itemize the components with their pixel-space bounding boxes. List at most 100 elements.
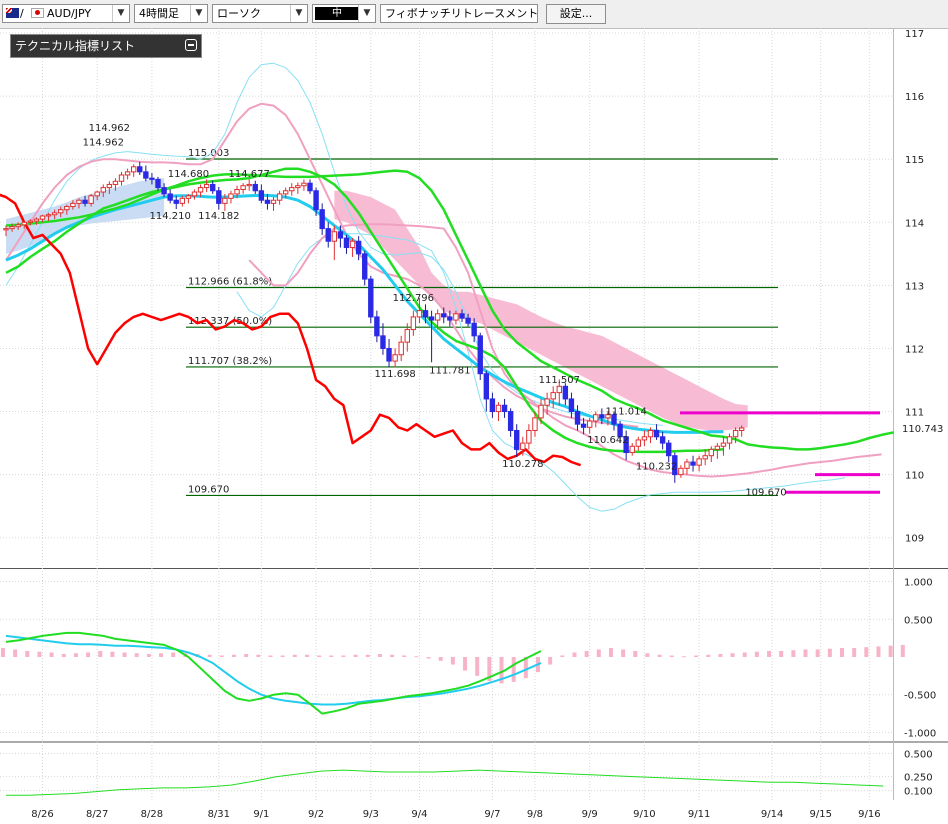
candle-body: [550, 392, 556, 400]
histogram-bar: [548, 657, 553, 665]
histogram-bar: [49, 652, 54, 657]
histogram-bar: [827, 648, 832, 657]
chevron-down-icon[interactable]: ▼: [112, 5, 129, 22]
price-annotation: 112.796: [393, 293, 434, 304]
candle-body: [191, 191, 198, 197]
candle-body: [295, 185, 301, 189]
histogram-bar: [268, 655, 273, 657]
current-price-label: 110.743: [902, 424, 943, 435]
candle-body: [489, 398, 496, 413]
candle-body: [428, 316, 435, 321]
chevron-down-icon[interactable]: ▼: [290, 5, 307, 22]
candle-body: [520, 442, 526, 450]
candle-body: [507, 411, 514, 431]
candle-body: [112, 180, 119, 185]
histogram-bar: [584, 650, 589, 657]
price-annotation: 114.677: [229, 169, 270, 180]
drawing-tool-label: フィボナッチリトレースメント: [385, 7, 538, 20]
candle-body: [118, 174, 125, 182]
sub1-tick-label: -0.500: [904, 691, 936, 702]
technical-indicator-panel[interactable]: テクニカル指標リスト: [10, 34, 202, 58]
candle-body: [501, 404, 508, 413]
price-annotation: 114.680: [168, 169, 209, 180]
sub2-tick-label: 0.100: [904, 787, 933, 798]
histogram-bar: [742, 652, 747, 657]
candle-body: [289, 187, 295, 192]
candle-body: [210, 183, 216, 192]
histogram-bar: [730, 653, 735, 657]
histogram-bar: [803, 649, 808, 657]
histogram-bar: [390, 654, 395, 657]
histogram-bar: [840, 647, 844, 657]
x-tick-label: 9/15: [809, 809, 831, 820]
candle-body: [684, 461, 690, 469]
price-annotation: 114.962: [83, 137, 124, 148]
histogram-bar: [767, 650, 772, 657]
histogram-bar: [438, 657, 443, 661]
fib-level-label: 109.670: [188, 484, 229, 495]
fib-level-label: 111.707 (38.2%): [188, 356, 272, 367]
histogram-bar: [122, 652, 127, 657]
candle-body: [203, 183, 210, 189]
histogram-bar: [280, 655, 285, 657]
candle-body: [325, 228, 331, 242]
histogram-bar: [171, 652, 176, 657]
japan-flag-icon: [31, 8, 44, 18]
x-tick-label: 9/7: [484, 809, 500, 820]
candle-body: [58, 209, 64, 214]
candle-body: [477, 335, 483, 375]
histogram-bar: [681, 656, 686, 658]
candle-body: [33, 218, 40, 222]
histogram-bar: [815, 649, 820, 657]
histogram-bar: [159, 653, 164, 657]
candle-body: [130, 166, 137, 173]
color-swatch: 中: [315, 7, 359, 20]
sub2-tick-label: 0.500: [904, 749, 933, 760]
candle-body: [483, 373, 490, 400]
candle-body: [9, 226, 15, 230]
price-annotation: 111.781: [429, 366, 470, 377]
sub1-tick-label: 0.500: [904, 615, 933, 626]
drawing-tool-field[interactable]: フィボナッチリトレースメント: [380, 4, 538, 23]
candle-body: [380, 335, 386, 349]
candle-body: [568, 398, 575, 413]
candle-body: [179, 197, 186, 204]
chevron-down-icon[interactable]: ▼: [190, 5, 207, 22]
color-select[interactable]: 中 ▼: [312, 4, 376, 23]
x-tick-label: 8/31: [208, 809, 230, 820]
x-tick-label: 8/26: [31, 809, 53, 820]
candle-body: [216, 190, 222, 204]
chevron-down-icon[interactable]: ▼: [358, 5, 375, 22]
histogram-bar: [13, 649, 18, 657]
histogram-bar: [645, 653, 650, 657]
x-tick-label: 9/16: [858, 809, 880, 820]
price-annotation: 109.670: [745, 487, 786, 498]
histogram-bar: [110, 651, 115, 657]
x-tick-label: 8/28: [141, 809, 163, 820]
candle-body: [422, 310, 429, 318]
histogram-bar: [463, 657, 468, 671]
candle-body: [720, 442, 727, 447]
candle-body: [307, 182, 313, 192]
candle-body: [732, 429, 739, 438]
candle-body: [39, 215, 46, 220]
candle-body: [21, 221, 27, 226]
symbol-select[interactable]: / AUD/JPY ▼: [2, 4, 130, 23]
candle-body: [228, 193, 234, 199]
candle-body: [653, 429, 660, 438]
chart-type-select[interactable]: ローソク ▼: [212, 4, 308, 23]
panel-title: テクニカル指標リスト: [15, 39, 136, 53]
histogram-bar: [560, 655, 565, 657]
candle-body: [708, 448, 714, 457]
candle-body: [635, 439, 642, 447]
y-tick-label: 113: [905, 281, 924, 292]
candle-body: [495, 404, 502, 413]
period-select[interactable]: 4時間足 ▼: [134, 4, 208, 23]
minimize-icon[interactable]: [185, 39, 197, 51]
histogram-bar: [779, 650, 784, 657]
histogram-bar: [572, 652, 577, 657]
candle-body: [738, 427, 745, 431]
candle-body: [580, 423, 587, 428]
settings-button[interactable]: 設定...: [546, 4, 606, 24]
price-annotation: 110.232: [636, 462, 677, 473]
